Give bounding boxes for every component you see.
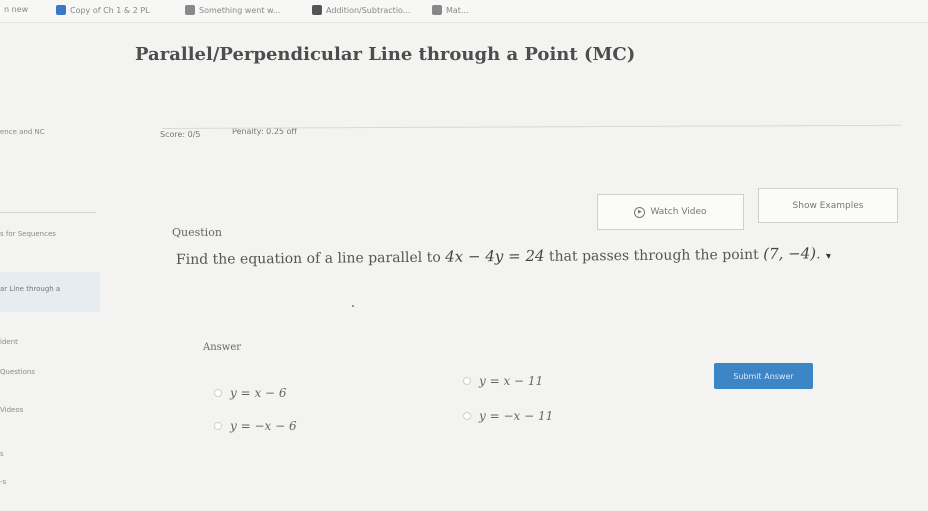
sidebar-item[interactable]: -s <box>0 478 6 486</box>
bookmark-label: Copy of Ch 1 & 2 PL <box>70 5 150 15</box>
bookmark-item[interactable]: Copy of Ch 1 & 2 PL <box>56 5 150 15</box>
sidebar-item[interactable]: ence and NC <box>0 128 45 136</box>
question-equation: 4x − 4y = 24 <box>445 246 545 266</box>
question-text-middle: that passes through the point <box>548 246 759 265</box>
page-title: Parallel/Perpendicular Line through a Po… <box>135 44 636 65</box>
divider <box>161 124 902 129</box>
doc-icon <box>56 5 66 15</box>
sidebar-item-active[interactable]: ar Line through a <box>0 272 100 312</box>
bookmark-item[interactable]: Addition/Subtractio... <box>312 5 410 15</box>
choice-label: y = −x − 11 <box>479 409 554 423</box>
question-point: (7, −4) <box>763 244 817 263</box>
question-text-end: . <box>816 246 821 263</box>
bookmark-label: n new <box>4 5 29 14</box>
show-examples-button[interactable]: Show Examples <box>758 188 898 223</box>
sidebar-divider <box>0 212 96 213</box>
mouse-cursor-icon <box>825 251 833 259</box>
radio-button[interactable] <box>463 412 471 420</box>
question-prompt: Find the equation of a line parallel to … <box>175 244 833 268</box>
bookmark-item[interactable]: Mat... <box>432 5 469 15</box>
radio-button[interactable] <box>214 389 222 397</box>
choice-label: y = x − 6 <box>230 386 287 400</box>
question-heading: Question <box>172 226 222 239</box>
play-icon: ▶ <box>634 206 646 218</box>
bookmarks-bar: n new Copy of Ch 1 & 2 PL Something went… <box>0 0 928 23</box>
stray-dot <box>352 305 354 307</box>
answer-choice-2[interactable]: y = x − 11 <box>463 374 543 388</box>
radio-button[interactable] <box>214 422 222 430</box>
answer-choice-1[interactable]: y = x − 6 <box>214 386 287 400</box>
bookmark-label: Something went w... <box>199 5 281 15</box>
sidebar-item[interactable]: Questions <box>0 368 35 376</box>
bookmark-label: Addition/Subtractio... <box>326 5 411 15</box>
sidebar-item[interactable]: Videos <box>0 406 23 414</box>
question-text-before: Find the equation of a line parallel to <box>175 249 441 268</box>
answer-heading: Answer <box>203 342 242 353</box>
tab-icon <box>185 5 195 15</box>
bookmark-label: Mat... <box>446 5 469 15</box>
bookmark-item[interactable]: n new <box>4 5 28 14</box>
bookmark-item[interactable]: Something went w... <box>185 5 280 15</box>
choice-label: y = −x − 6 <box>230 419 297 433</box>
watch-video-label: Watch Video <box>650 207 707 217</box>
watch-video-button[interactable]: ▶ Watch Video <box>597 194 744 230</box>
sidebar-item[interactable]: s for Sequences <box>0 230 56 238</box>
sidebar-item[interactable]: s <box>0 450 4 458</box>
submit-answer-button[interactable]: Submit Answer <box>714 363 813 389</box>
show-examples-label: Show Examples <box>792 200 864 211</box>
answer-choice-3[interactable]: y = −x − 6 <box>214 419 297 433</box>
answer-choice-4[interactable]: y = −x − 11 <box>463 409 553 423</box>
sidebar: ence and NC s for Sequences ar Line thro… <box>0 100 104 511</box>
sidebar-item[interactable]: ident <box>0 338 18 346</box>
choice-label: y = x − 11 <box>479 374 544 388</box>
doc-icon-dark <box>312 5 322 15</box>
radio-button[interactable] <box>463 377 471 385</box>
tab-icon <box>432 5 442 15</box>
score-label: Score: 0/5 <box>160 130 201 139</box>
